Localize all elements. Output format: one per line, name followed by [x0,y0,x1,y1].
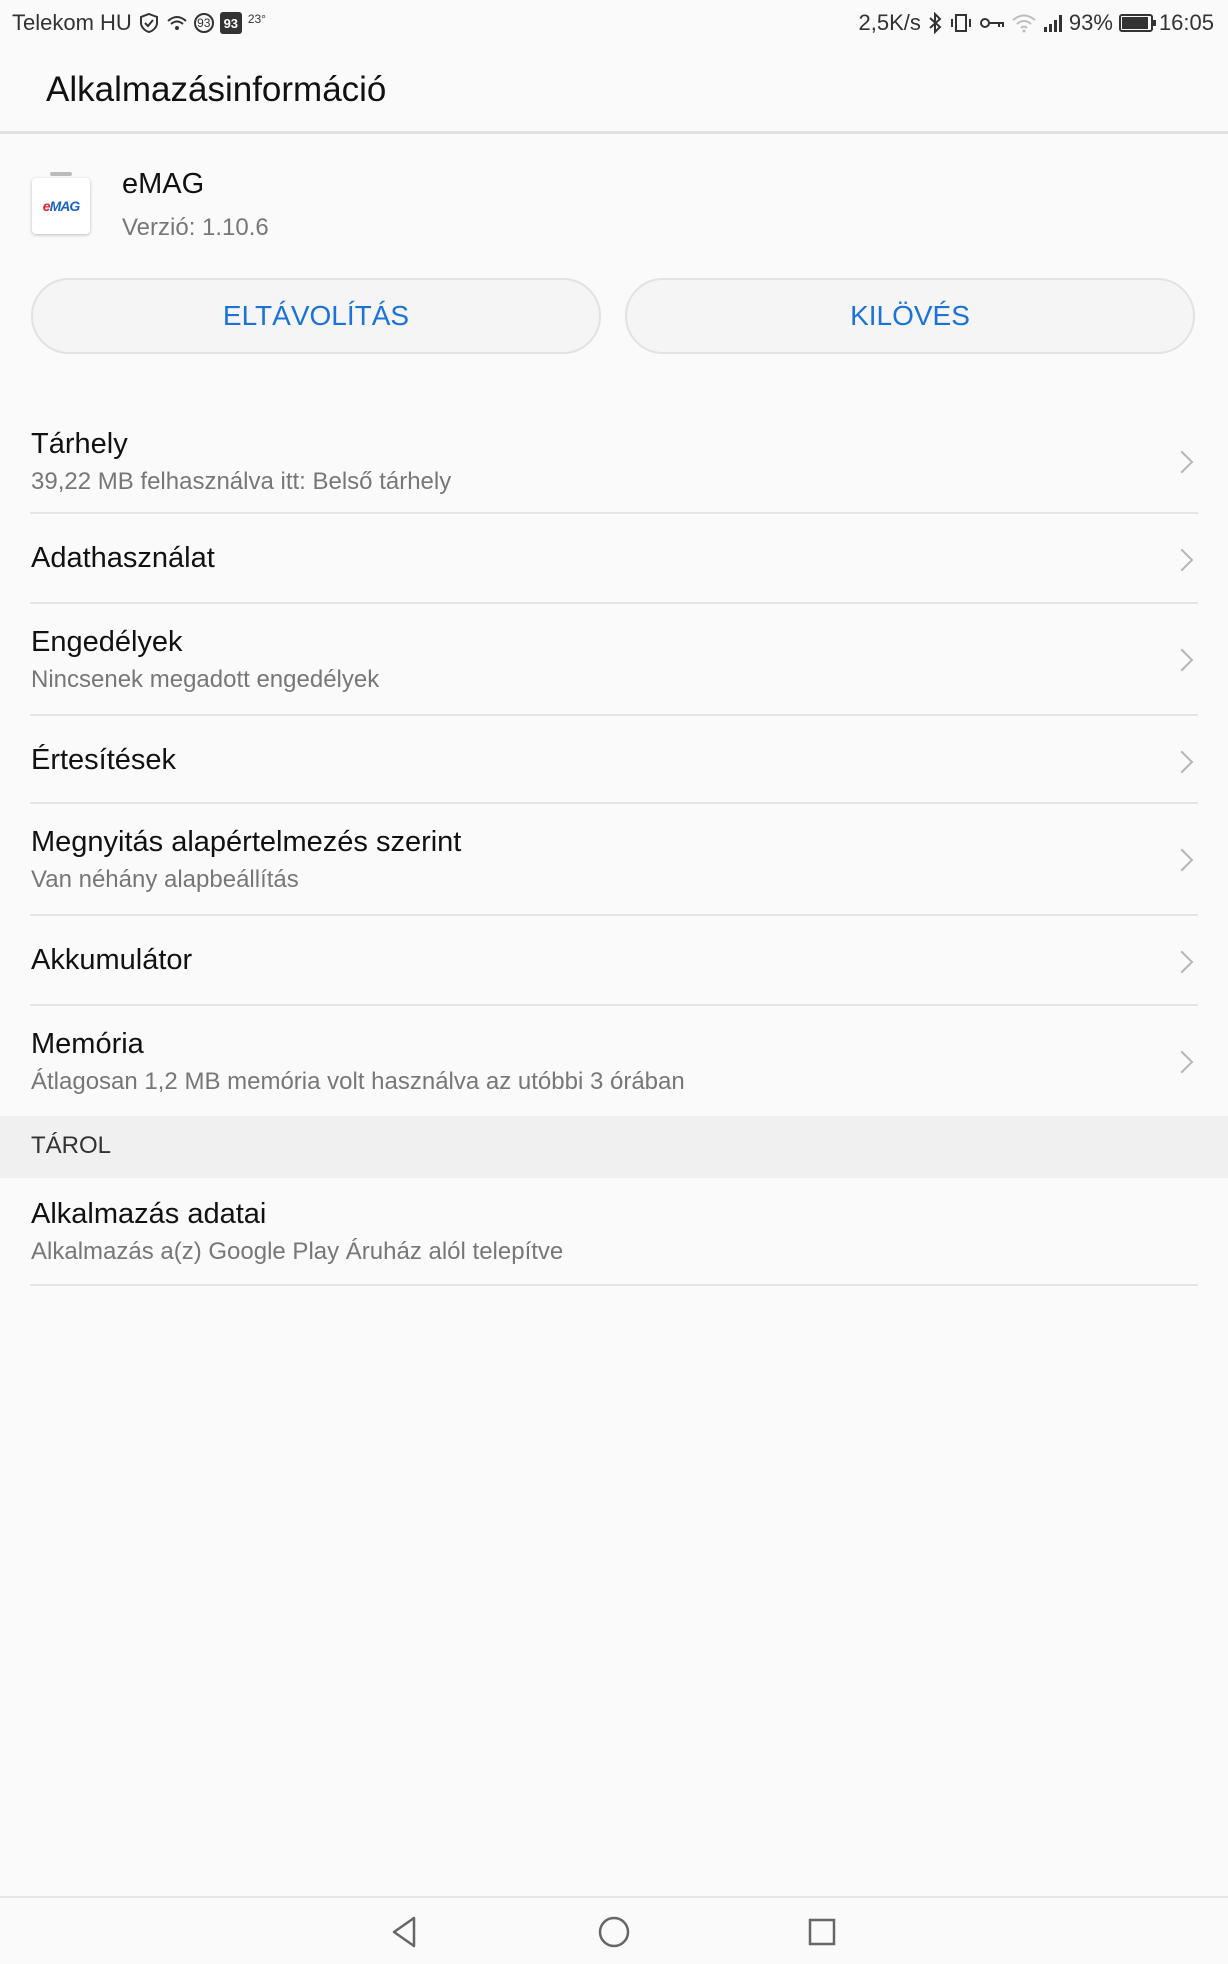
chevron-right-icon [1170,848,1194,872]
list-item-title: Memória [31,1028,144,1060]
list-item-battery[interactable]: Akkumulátor [0,916,1228,1006]
list-item-subtitle: Alkalmazás a(z) Google Play Áruház alól … [31,1238,564,1265]
list-item-title: Adathasználat [31,542,215,574]
app-icon-logo-rest: MAG [49,198,81,214]
list-item-memory[interactable]: Memória Átlagosan 1,2 MB memória volt ha… [0,1006,1228,1116]
status-left: Telekom HU 93 93 23° [0,10,266,36]
list-item-title: Alkalmazás adatai [31,1198,267,1230]
status-right: 2,5K/s 93% 16:05 [859,10,1228,36]
app-info-screen: Telekom HU 93 93 23° 2,5K/s 93% 16:05 Al… [0,0,1228,1964]
list-item-title: Engedélyek [31,626,183,658]
chevron-right-icon [1170,950,1194,974]
carrier-label: Telekom HU [12,10,132,35]
battery-fill [1121,17,1148,29]
vibrate-icon [949,12,973,34]
emag-app-icon: eMAG [32,172,90,234]
clock-label: 16:05 [1158,10,1214,35]
status-bar: Telekom HU 93 93 23° 2,5K/s 93% 16:05 [0,0,1228,46]
vpn-key-icon [979,15,1005,31]
app-icon-logo-e: e [42,198,51,214]
temperature-label: 23° [247,12,266,26]
app-header: eMAG eMAG Verzió: 1.10.6 [0,134,1228,274]
uninstall-button[interactable]: ELTÁVOLÍTÁS [31,278,601,354]
chevron-right-icon [1170,548,1194,572]
back-icon[interactable] [384,1912,424,1952]
chevron-right-icon [1170,1050,1194,1074]
signal-icon [1043,13,1063,33]
list-item-subtitle: Nincsenek megadott engedélyek [31,666,380,693]
chevron-right-icon [1170,750,1194,774]
list-item-title: Tárhely [31,428,128,460]
list-item-permissions[interactable]: Engedélyek Nincsenek megadott engedélyek [0,604,1228,716]
list-item-data-usage[interactable]: Adathasználat [0,514,1228,604]
list-item-app-details[interactable]: Alkalmazás adatai Alkalmazás a(z) Google… [0,1178,1228,1286]
app-bar: Alkalmazásinformáció [0,46,1228,134]
list-item-title: Akkumulátor [31,944,193,976]
battery-percent-label: 93% [1068,10,1113,35]
list-item-storage[interactable]: Tárhely 39,22 MB felhasználva itt: Belső… [0,410,1228,514]
app-icon-logo-text: eMAG [42,198,81,214]
list-item-subtitle: Átlagosan 1,2 MB memória volt használva … [31,1068,685,1095]
app-name: eMAG [122,168,205,200]
net-speed-label: 2,5K/s [858,10,921,35]
list-item-notifications[interactable]: Értesítések [0,716,1228,804]
wifi-calling-icon [166,13,188,33]
list-item-open-by-default[interactable]: Megnyitás alapértelmezés szerint Van néh… [0,804,1228,916]
list-item-title: Megnyitás alapértelmezés szerint [31,826,462,858]
list-item-subtitle: 39,22 MB felhasználva itt: Belső tárhely [31,468,452,495]
divider [30,1284,1198,1286]
bluetooth-icon [927,12,943,34]
section-header-store: TÁROL [0,1116,1228,1178]
chevron-right-icon [1170,648,1194,672]
section-header-label: TÁROL [31,1132,112,1159]
navigation-bar [0,1896,1228,1964]
force-stop-button[interactable]: KILÖVÉS [625,278,1195,354]
list-item-title: Értesítések [31,744,177,776]
app-version: Verzió: 1.10.6 [122,214,269,241]
notification-badge-circle: 93 [193,13,214,33]
home-icon[interactable] [594,1912,634,1952]
recents-icon[interactable] [802,1912,842,1952]
battery-icon [1118,14,1156,32]
shield-icon [138,12,160,34]
notification-badge-square: 93 [219,12,242,34]
chevron-right-icon [1170,450,1194,474]
list-item-subtitle: Van néhány alapbeállítás [31,866,299,893]
wifi-icon [1011,13,1037,33]
page-title: Alkalmazásinformáció [46,70,387,109]
